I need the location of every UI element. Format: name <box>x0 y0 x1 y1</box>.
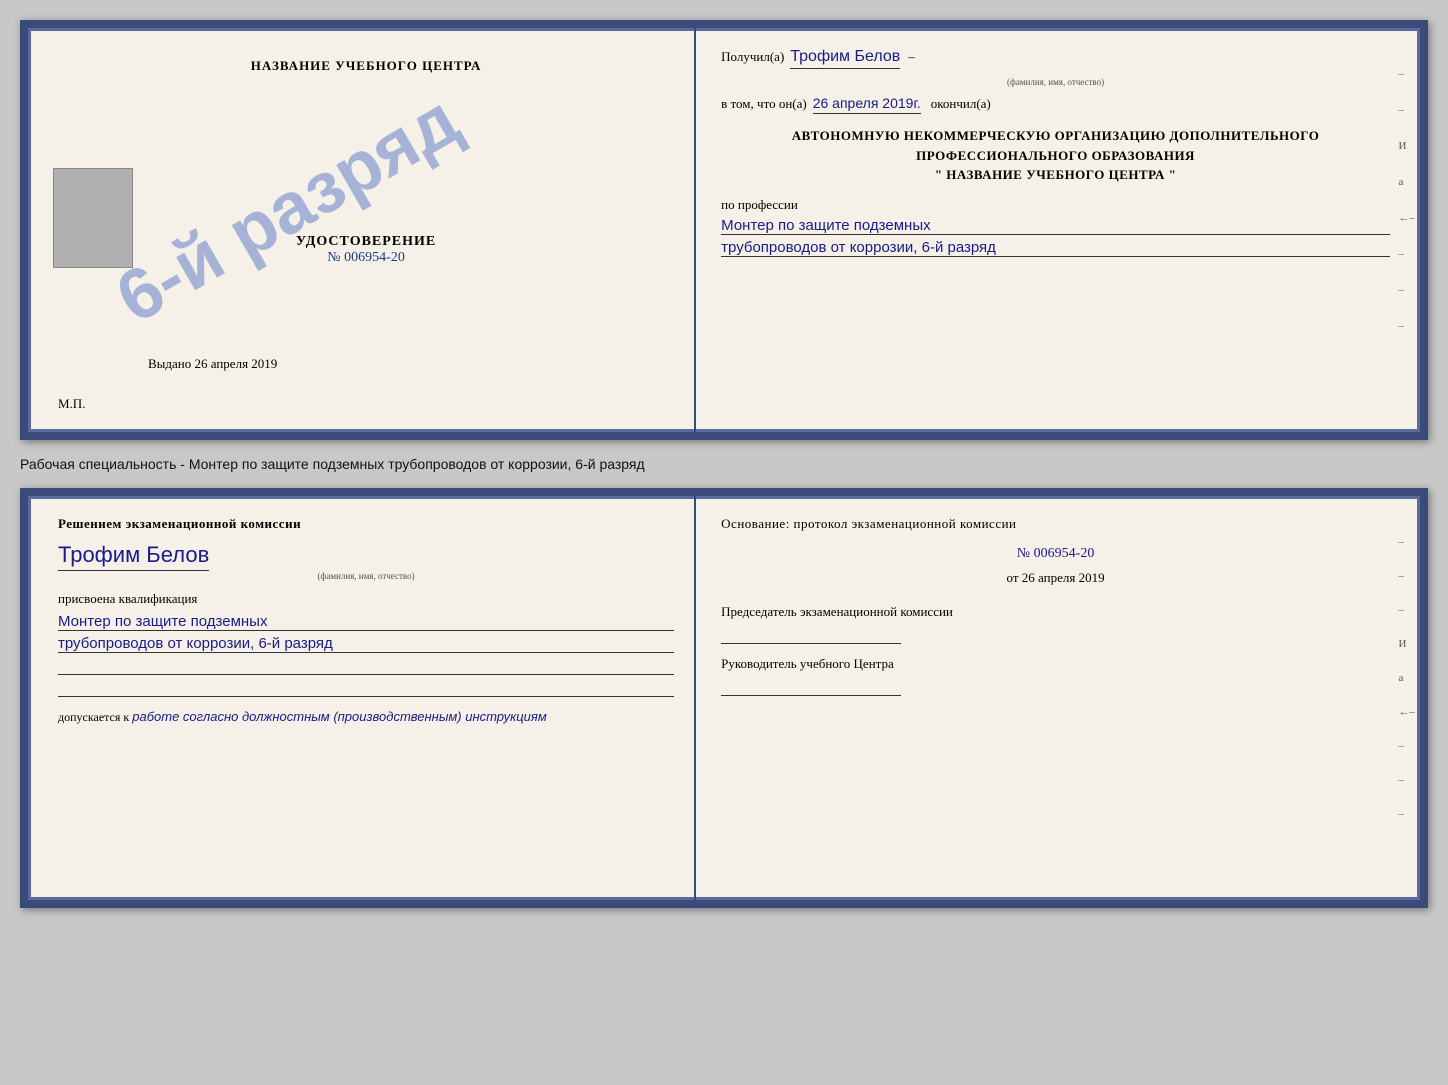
br-mark-dash-1: – <box>1398 536 1415 548</box>
profession-label: по профессии <box>721 197 1390 213</box>
date-value: 26 апреля 2019г. <box>813 95 921 114</box>
person-name-sub-bottom: (фамилия, имя, отчество) <box>58 571 674 581</box>
br-mark-dash-3: – <box>1398 604 1415 616</box>
cert-number-area: УДОСТОВЕРЕНИЕ № 006954-20 <box>296 234 436 266</box>
cert-title: НАЗВАНИЕ УЧЕБНОГО ЦЕНТРА <box>251 58 482 74</box>
dash1: – <box>908 49 915 65</box>
top-document: НАЗВАНИЕ УЧЕБНОГО ЦЕНТРА 6-й разряд УДОС… <box>20 20 1428 440</box>
cert-issued-label: Выдано <box>148 356 191 371</box>
center-name: НАЗВАНИЕ УЧЕБНОГО ЦЕНТРА <box>946 167 1165 182</box>
mp-label: М.П. <box>58 396 85 412</box>
br-mark-dash-2: – <box>1398 570 1415 582</box>
br-mark-dash-5: – <box>1398 774 1415 786</box>
osnov-label: Основание: протокол экзаменационной коми… <box>721 516 1390 532</box>
protocol-number: № 006954-20 <box>721 546 1390 562</box>
mark-dash-1: – <box>1398 68 1415 80</box>
person-name-hw-wrapper: Трофим Белов <box>58 542 674 571</box>
cert-udostoverenie: УДОСТОВЕРЕНИЕ <box>296 234 436 250</box>
br-mark-i: И <box>1398 638 1415 650</box>
blank-line-2 <box>58 679 674 697</box>
right-side-marks: – – И а ←– – – – <box>1398 68 1415 332</box>
bottom-document: Решением экзаменационной комиссии Трофим… <box>20 488 1428 908</box>
quote-close: " <box>1169 167 1177 182</box>
photo-placeholder <box>53 168 133 268</box>
org-name-block: АВТОНОМНУЮ НЕКОММЕРЧЕСКУЮ ОРГАНИЗАЦИЮ ДО… <box>721 126 1390 185</box>
predsedatel-signature-line <box>721 624 901 644</box>
profession-line2: трубопроводов от коррозии, 6-й разряд <box>721 239 1390 257</box>
in-that-line: в том, что он(а) 26 апреля 2019г. окончи… <box>721 95 1390 114</box>
mark-dash-2: – <box>1398 104 1415 116</box>
bottom-profession-line2: трубопроводов от коррозии, 6-й разряд <box>58 635 674 653</box>
cert-issued: Выдано 26 апреля 2019 <box>148 356 277 372</box>
blank-line-1 <box>58 657 674 675</box>
допускается-label: допускается к <box>58 710 129 724</box>
page-container: НАЗВАНИЕ УЧЕБНОГО ЦЕНТРА 6-й разряд УДОС… <box>20 20 1428 908</box>
person-name: Трофим Белов <box>790 48 900 69</box>
org-text: АВТОНОМНУЮ НЕКОММЕРЧЕСКУЮ ОРГАНИЗАЦИЮ ДО… <box>721 126 1390 165</box>
rukovoditel-label: Руководитель учебного Центра <box>721 656 1390 672</box>
protocol-date-value: 26 апреля 2019 <box>1022 570 1105 585</box>
mark-dash-4: – <box>1398 284 1415 296</box>
mark-arrow: ←– <box>1398 212 1415 224</box>
cert-number: № 006954-20 <box>296 250 436 266</box>
predsedatel-label: Председатель экзаменационной комиссии <box>721 604 1390 620</box>
br-mark-dash-6: – <box>1398 808 1415 820</box>
cert-issued-date: 26 апреля 2019 <box>195 356 278 371</box>
person-name-hw: Трофим Белов <box>58 542 209 571</box>
date-prefix: от <box>1007 570 1019 585</box>
received-line: Получил(а) Трофим Белов – <box>721 48 1390 69</box>
center-name-line: " НАЗВАНИЕ УЧЕБНОГО ЦЕНТРА " <box>721 165 1390 185</box>
mark-i: И <box>1398 140 1415 152</box>
stamp-text: 6-й разряд <box>103 79 473 340</box>
допускается-line: допускается к работе согласно должностны… <box>58 709 674 725</box>
received-label: Получил(а) <box>721 49 784 65</box>
protocol-date: от 26 апреля 2019 <box>721 570 1390 586</box>
finished-label: окончил(а) <box>931 96 991 112</box>
br-mark-arrow: ←– <box>1398 706 1415 718</box>
cert-right-panel: Получил(а) Трофим Белов – (фамилия, имя,… <box>696 28 1420 432</box>
mark-a: а <box>1398 176 1415 188</box>
bottom-right-side-marks: – – – И а ←– – – – <box>1398 536 1415 820</box>
bottom-profession-line1: Монтер по защите подземных <box>58 613 674 631</box>
br-mark-dash-4: – <box>1398 740 1415 752</box>
person-name-sub: (фамилия, имя, отчество) <box>721 77 1390 87</box>
profession-line1: Монтер по защите подземных <box>721 217 1390 235</box>
quote-open: " <box>935 167 943 182</box>
assigned-label: присвоена квалификация <box>58 591 674 607</box>
bottom-left-panel: Решением экзаменационной комиссии Трофим… <box>28 496 696 900</box>
mark-dash-3: – <box>1398 248 1415 260</box>
допускается-value: работе согласно должностным (производств… <box>132 709 547 724</box>
mark-dash-5: – <box>1398 320 1415 332</box>
cert-left-panel: НАЗВАНИЕ УЧЕБНОГО ЦЕНТРА 6-й разряд УДОС… <box>28 28 696 432</box>
middle-text: Рабочая специальность - Монтер по защите… <box>20 452 1428 476</box>
section-title: Решением экзаменационной комиссии <box>58 516 674 532</box>
br-mark-a: а <box>1398 672 1415 684</box>
bottom-right-panel: Основание: протокол экзаменационной коми… <box>696 496 1420 900</box>
rukovoditel-signature-line <box>721 676 901 696</box>
in-that-label: в том, что он(а) <box>721 96 807 112</box>
